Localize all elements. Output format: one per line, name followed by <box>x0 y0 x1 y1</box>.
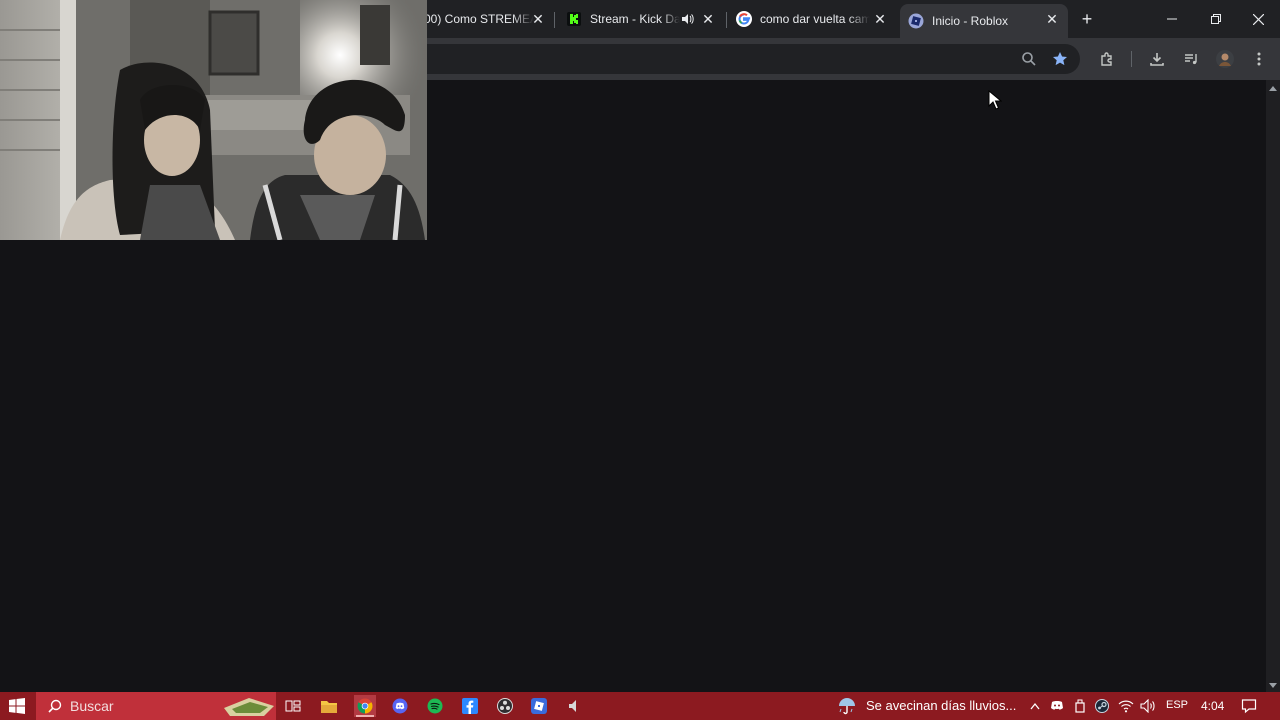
tab-kick-stream[interactable]: Stream - Kick Da ✕ <box>556 4 724 34</box>
tab-close-icon[interactable]: ✕ <box>530 11 546 27</box>
obs-icon[interactable] <box>494 695 516 717</box>
facebook-app-icon[interactable] <box>459 695 481 717</box>
webcam-feed-image <box>0 0 427 240</box>
scroll-up-icon[interactable] <box>1269 86 1277 91</box>
file-explorer-icon[interactable] <box>318 695 340 717</box>
active-app-indicator <box>356 715 374 717</box>
vertical-scrollbar[interactable] <box>1266 80 1280 692</box>
new-tab-button[interactable]: + <box>1078 10 1096 28</box>
task-view-icon[interactable] <box>282 695 304 717</box>
taskbar-clock[interactable]: 4:04 <box>1201 699 1224 713</box>
windows-taskbar: Buscar Se avecinan días lluvios... ESP 4… <box>0 692 1280 720</box>
tab-separator <box>726 12 727 28</box>
mouse-cursor-icon <box>988 90 1002 110</box>
toolbar-divider <box>1131 51 1132 67</box>
windows-start-icon[interactable] <box>6 695 28 717</box>
extensions-icon[interactable] <box>1095 47 1119 71</box>
search-placeholder: Buscar <box>70 698 114 714</box>
search-highlight-image <box>224 694 274 718</box>
weather-rain-icon[interactable] <box>836 695 858 717</box>
google-logo-icon <box>736 11 752 27</box>
tab-title: 00) Como STREMEA <box>424 12 534 26</box>
roblox-logo-icon <box>908 13 924 29</box>
minimize-button[interactable] <box>1150 0 1194 38</box>
tab-roblox[interactable]: Inicio - Roblox ✕ <box>900 4 1068 38</box>
close-window-button[interactable] <box>1236 0 1280 38</box>
spotify-icon[interactable] <box>424 695 446 717</box>
search-icon <box>48 699 62 713</box>
more-menu-icon[interactable] <box>1247 47 1271 71</box>
minimize-icon <box>1167 18 1177 20</box>
tab-separator <box>554 12 555 28</box>
weather-widget-text[interactable]: Se avecinan días lluvios... <box>866 698 1016 713</box>
restore-icon <box>1211 14 1221 24</box>
input-language-indicator[interactable]: ESP <box>1166 699 1188 711</box>
taskbar-search-input[interactable]: Buscar <box>36 692 276 720</box>
chrome-icon[interactable] <box>354 695 376 717</box>
speaker-icon[interactable] <box>680 12 694 29</box>
tab-close-icon[interactable]: ✕ <box>1044 11 1060 27</box>
steam-tray-icon[interactable] <box>1091 695 1113 717</box>
media-control-icon[interactable] <box>1179 47 1203 71</box>
download-icon[interactable] <box>1145 47 1169 71</box>
zoom-icon[interactable] <box>1017 47 1041 71</box>
volume-icon[interactable] <box>1137 695 1159 717</box>
restore-button[interactable] <box>1194 0 1238 38</box>
tab-youtube[interactable]: 00) Como STREMEA ✕ <box>424 4 554 34</box>
tab-close-icon[interactable]: ✕ <box>872 11 888 27</box>
tab-google-search[interactable]: como dar vuelta cam ✕ <box>728 4 896 34</box>
tab-title: como dar vuelta cam <box>760 12 870 26</box>
scroll-down-icon[interactable] <box>1269 683 1277 688</box>
audio-app-icon[interactable] <box>562 695 584 717</box>
usb-device-icon[interactable] <box>1069 695 1091 717</box>
webcam-overlay <box>0 0 427 240</box>
notifications-icon[interactable] <box>1238 695 1260 717</box>
discord-icon[interactable] <box>389 695 411 717</box>
close-icon <box>1252 13 1264 25</box>
roblox-app-icon[interactable] <box>528 695 550 717</box>
tab-title: Inicio - Roblox <box>932 14 1009 28</box>
bookmark-star-icon[interactable] <box>1048 47 1072 71</box>
profile-avatar[interactable] <box>1213 47 1237 71</box>
discord-tray-icon[interactable] <box>1046 695 1068 717</box>
tab-close-icon[interactable]: ✕ <box>700 11 716 27</box>
wifi-icon[interactable] <box>1115 695 1137 717</box>
tab-title: Stream - Kick Da <box>590 12 680 26</box>
kick-logo-icon <box>566 11 582 27</box>
show-hidden-icons-chevron-icon[interactable] <box>1024 695 1046 717</box>
